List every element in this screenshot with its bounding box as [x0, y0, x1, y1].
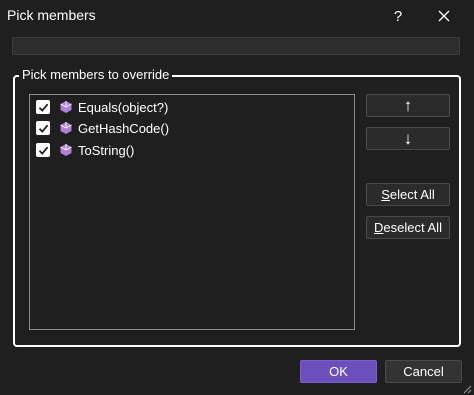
deselect-all-label: eselect All	[383, 220, 442, 235]
list-item[interactable]: Equals(object?)	[36, 97, 168, 117]
group-legend: Pick members to override	[19, 68, 173, 82]
member-checkbox[interactable]	[36, 100, 50, 114]
move-down-button[interactable]: ↓	[366, 127, 450, 150]
deselect-all-accel: D	[374, 220, 384, 235]
member-checkbox[interactable]	[36, 121, 50, 135]
cancel-button[interactable]: Cancel	[385, 360, 462, 383]
list-item[interactable]: GetHashCode()	[36, 118, 169, 138]
search-input[interactable]	[12, 37, 460, 55]
checkmark-icon	[38, 103, 48, 112]
method-icon	[60, 122, 72, 134]
method-icon	[60, 101, 72, 113]
select-all-accel: S	[381, 187, 390, 202]
member-checkbox[interactable]	[36, 143, 50, 157]
member-label: ToString()	[78, 142, 135, 158]
select-all-label: elect All	[389, 187, 435, 202]
close-icon	[438, 10, 450, 22]
close-button[interactable]	[428, 3, 460, 29]
checkmark-icon	[38, 146, 48, 155]
method-icon	[60, 144, 72, 156]
dialog-title: Pick members	[7, 7, 96, 23]
list-item[interactable]: ToString()	[36, 140, 134, 160]
select-all-button[interactable]: Select All	[366, 183, 450, 206]
deselect-all-button[interactable]: Deselect All	[366, 216, 450, 239]
ok-button[interactable]: OK	[300, 360, 377, 383]
member-label: Equals(object?)	[78, 99, 169, 115]
members-list[interactable]: Equals(object?) GetHashCode() ToString()	[29, 94, 355, 330]
pick-members-dialog: Pick members ? Pick members to override …	[0, 0, 474, 395]
help-button[interactable]: ?	[382, 3, 414, 29]
member-label: GetHashCode()	[78, 120, 170, 136]
resize-grip-icon[interactable]	[460, 382, 472, 394]
checkmark-icon	[38, 124, 48, 133]
title-bar: Pick members ?	[0, 0, 474, 32]
move-up-button[interactable]: ↑	[366, 94, 450, 117]
